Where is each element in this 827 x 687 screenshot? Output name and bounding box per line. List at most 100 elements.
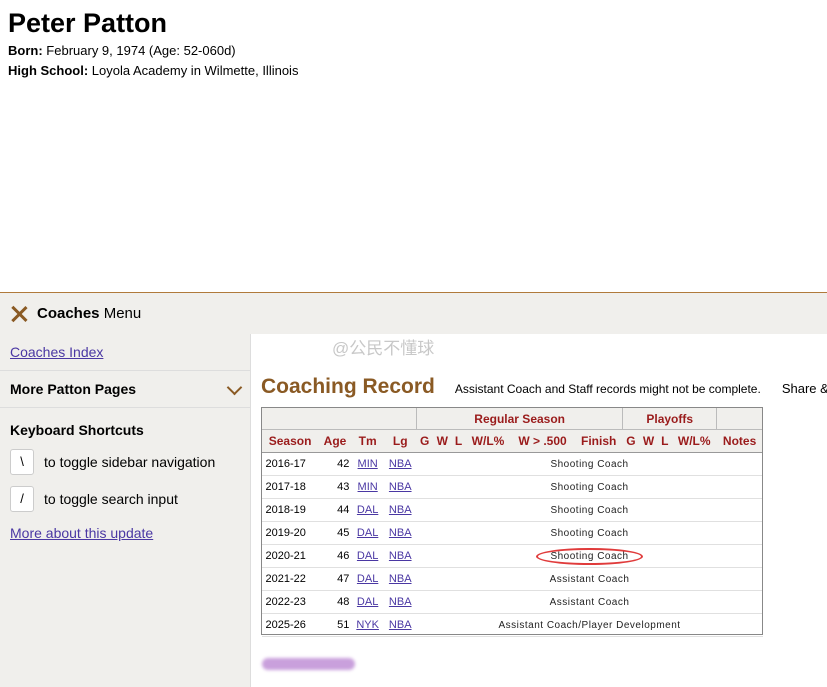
role-text: Assistant Coach/Player Development	[498, 619, 681, 631]
league-link[interactable]: NBA	[389, 619, 412, 631]
league-link[interactable]: NBA	[389, 573, 412, 585]
team-link[interactable]: DAL	[357, 550, 378, 562]
born-label: Born:	[8, 43, 43, 58]
column-header[interactable]: W	[432, 429, 452, 453]
menu-suffix: Menu	[103, 305, 142, 322]
team-link[interactable]: DAL	[357, 527, 378, 539]
season-cell: 2020-21	[261, 544, 319, 568]
role-text: Shooting Coach	[550, 481, 629, 493]
shortcuts-title: Keyboard Shortcuts	[10, 422, 144, 438]
menu-bar: Coaches Menu	[0, 292, 827, 334]
role-cell: Shooting Coach	[416, 544, 763, 568]
league-link[interactable]: NBA	[389, 504, 412, 516]
table-row: 2018-19 44 DAL NBA Shooting Coach	[261, 498, 763, 522]
role-text: Shooting Coach	[550, 550, 629, 562]
sidebar: Coaches Index More Patton Pages Keyboard…	[0, 334, 251, 687]
blurred-link	[262, 658, 355, 670]
league-link[interactable]: NBA	[389, 596, 412, 608]
playoffs-header: Playoffs	[622, 407, 718, 430]
key-backslash: \	[10, 449, 34, 475]
watermark: @公民不懂球	[332, 339, 435, 358]
role-cell: Shooting Coach	[416, 475, 763, 499]
age-cell: 47	[318, 567, 352, 591]
season-cell: 2022-23	[261, 590, 319, 614]
league-link[interactable]: NBA	[389, 550, 412, 562]
high-school-line: High School: Loyola Academy in Wilmette,…	[8, 61, 298, 80]
role-cell: Shooting Coach	[416, 452, 763, 476]
league-link[interactable]: NBA	[389, 481, 412, 493]
column-header[interactable]: L	[451, 429, 466, 453]
role-text: Shooting Coach	[550, 504, 629, 516]
more-about-link[interactable]: More about this update	[10, 525, 240, 541]
coaching-record-header: Coaching Record Assistant Coach and Staf…	[261, 375, 827, 399]
group-blank	[260, 407, 418, 430]
key-slash: /	[10, 486, 34, 512]
column-header[interactable]: L	[657, 429, 672, 453]
column-header[interactable]: W/L%	[465, 429, 511, 453]
role-cell: Assistant Coach	[416, 567, 763, 591]
keyboard-shortcuts: Keyboard Shortcuts \ to toggle sidebar n…	[0, 422, 250, 541]
shortcut-row: \ to toggle sidebar navigation	[10, 449, 240, 475]
column-header[interactable]: Finish	[574, 429, 623, 453]
record-note: Assistant Coach and Staff records might …	[454, 382, 761, 396]
group-header-row: Regular Season Playoffs	[260, 407, 763, 430]
role-text: Assistant Coach	[549, 573, 630, 585]
table-row: 2019-20 45 DAL NBA Shooting Coach	[261, 521, 763, 545]
high-school-value: Loyola Academy in Wilmette, Illinois	[91, 63, 299, 78]
team-link[interactable]: DAL	[357, 596, 378, 608]
table-row: 2021-22 47 DAL NBA Assistant Coach	[261, 567, 763, 591]
shortcut-row: / to toggle search input	[10, 486, 240, 512]
shortcut-desc: to toggle sidebar navigation	[44, 454, 216, 470]
column-header[interactable]: G	[622, 429, 640, 453]
age-cell: 43	[318, 475, 352, 499]
section-title: Coaching Record	[261, 375, 435, 398]
team-link[interactable]: NYK	[356, 619, 379, 631]
table-row: 2017-18 43 MIN NBA Shooting Coach	[261, 475, 763, 499]
table-row: 2016-17 42 MIN NBA Shooting Coach	[261, 452, 763, 476]
menu-section: Coaches	[37, 305, 100, 322]
age-cell: 45	[318, 521, 352, 545]
column-header[interactable]: Season	[261, 429, 319, 453]
close-icon[interactable]	[9, 304, 29, 324]
role-text: Assistant Coach	[549, 596, 630, 608]
coaches-index-link[interactable]: Coaches Index	[10, 344, 103, 360]
column-header[interactable]: W > .500	[510, 429, 575, 453]
menu-title[interactable]: Coaches Menu	[37, 305, 141, 322]
born-value: February 9, 1974 (Age: 52-060d)	[46, 43, 236, 58]
season-cell: 2021-22	[261, 567, 319, 591]
table-row: 2025-26 51 NYK NBA Assistant Coach/Player De…	[261, 613, 763, 637]
role-text: Shooting Coach	[550, 458, 629, 470]
highlight-circle: Shooting Coach	[536, 547, 643, 565]
league-link[interactable]: NBA	[389, 458, 412, 470]
league-link[interactable]: NBA	[389, 527, 412, 539]
more-pages-toggle[interactable]: More Patton Pages	[0, 371, 250, 408]
more-pages-label: More Patton Pages	[10, 381, 137, 397]
season-cell: 2016-17	[261, 452, 319, 476]
column-header[interactable]: Notes	[716, 429, 763, 453]
chevron-down-icon	[226, 379, 243, 396]
age-cell: 46	[318, 544, 352, 568]
coaching-table: Regular Season Playoffs Season Age Tm Lg G W L…	[260, 407, 763, 637]
column-header[interactable]: Tm	[351, 429, 384, 453]
shortcut-desc: to toggle search input	[44, 491, 178, 507]
team-link[interactable]: DAL	[357, 504, 378, 516]
team-link[interactable]: MIN	[358, 481, 378, 493]
season-cell: 2025-26	[261, 613, 319, 637]
team-link[interactable]: DAL	[357, 573, 378, 585]
column-header[interactable]: G	[416, 429, 433, 453]
age-cell: 48	[318, 590, 352, 614]
share-button[interactable]: Share &	[782, 381, 827, 396]
age-cell: 42	[318, 452, 352, 476]
column-header[interactable]: W/L%	[671, 429, 717, 453]
group-blank	[716, 407, 763, 430]
column-header[interactable]: Lg	[383, 429, 417, 453]
column-header[interactable]: W	[639, 429, 658, 453]
team-link[interactable]: MIN	[358, 458, 378, 470]
sidebar-index-row: Coaches Index	[0, 334, 250, 371]
season-cell: 2019-20	[261, 521, 319, 545]
player-header: Peter Patton Born: February 9, 1974 (Age…	[8, 6, 298, 80]
role-cell: Shooting Coach	[416, 521, 763, 545]
born-line: Born: February 9, 1974 (Age: 52-060d)	[8, 41, 298, 60]
role-cell: Shooting Coach	[416, 498, 763, 522]
column-header[interactable]: Age	[318, 429, 352, 453]
